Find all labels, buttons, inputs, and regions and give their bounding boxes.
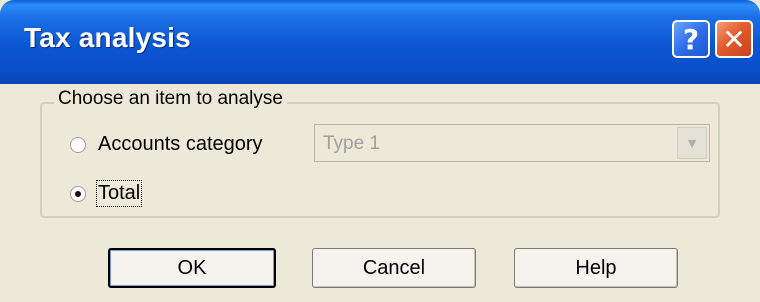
ok-button[interactable]: OK (108, 248, 276, 288)
tax-analysis-dialog: Tax analysis ? ✕ Choose an item to analy… (0, 0, 760, 302)
total-label[interactable]: Total (95, 180, 143, 207)
cancel-button[interactable]: Cancel (312, 248, 476, 288)
help-icon[interactable]: ? (672, 20, 710, 58)
total-radio[interactable] (70, 186, 86, 202)
category-type-value: Type 1 (323, 133, 381, 154)
window-title: Tax analysis (24, 22, 191, 53)
radio-selected-dot (75, 191, 81, 197)
title-bar[interactable]: Tax analysis ? ✕ (0, 0, 760, 84)
chevron-down-icon[interactable]: ▼ (677, 127, 707, 159)
dialog-body: Choose an item to analyse Accounts categ… (0, 84, 760, 302)
close-icon[interactable]: ✕ (715, 20, 753, 58)
accounts-category-radio[interactable] (70, 137, 86, 153)
category-type-dropdown[interactable]: Type 1 ▼ (314, 124, 710, 162)
help-button[interactable]: Help (514, 248, 678, 288)
group-legend: Choose an item to analyse (54, 88, 287, 110)
accounts-category-label[interactable]: Accounts category (98, 133, 263, 156)
